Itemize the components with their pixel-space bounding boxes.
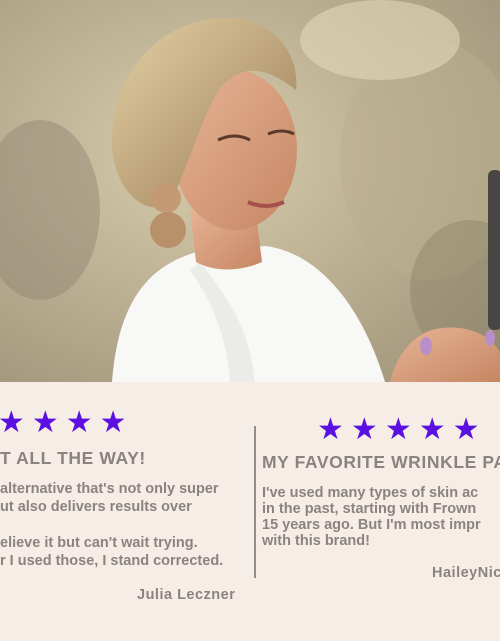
hero-photo bbox=[0, 0, 500, 382]
star-icon: ★ bbox=[418, 412, 446, 447]
star-icon: ★ bbox=[384, 412, 412, 447]
review-title: T ALL THE WAY! bbox=[0, 448, 146, 468]
review-author: Julia Leczner bbox=[137, 587, 236, 603]
star-icon: ★ bbox=[350, 412, 378, 447]
star-rating: ★ ★ ★ ★ ★ bbox=[0, 408, 127, 438]
review-title: MY FAVORITE WRINKLE PAT bbox=[262, 452, 500, 472]
star-icon: ★ bbox=[452, 412, 480, 447]
star-icon: ★ bbox=[317, 412, 344, 447]
review-body: alternative that's not only super ut als… bbox=[0, 481, 224, 569]
review-body: I've used many types of skin ac in the p… bbox=[262, 485, 481, 549]
hero-illustration bbox=[0, 0, 500, 382]
star-icon: ★ bbox=[99, 405, 127, 440]
review-author: HaileyNic bbox=[432, 565, 500, 581]
star-icon: ★ bbox=[31, 405, 59, 440]
star-icon: ★ bbox=[65, 405, 93, 440]
star-rating: ★ ★ ★ ★ ★ bbox=[317, 415, 480, 445]
star-icon: ★ bbox=[0, 405, 25, 440]
reviews-section: ★ ★ ★ ★ ★ T ALL THE WAY! alternative tha… bbox=[0, 382, 500, 641]
review-divider bbox=[254, 426, 256, 578]
